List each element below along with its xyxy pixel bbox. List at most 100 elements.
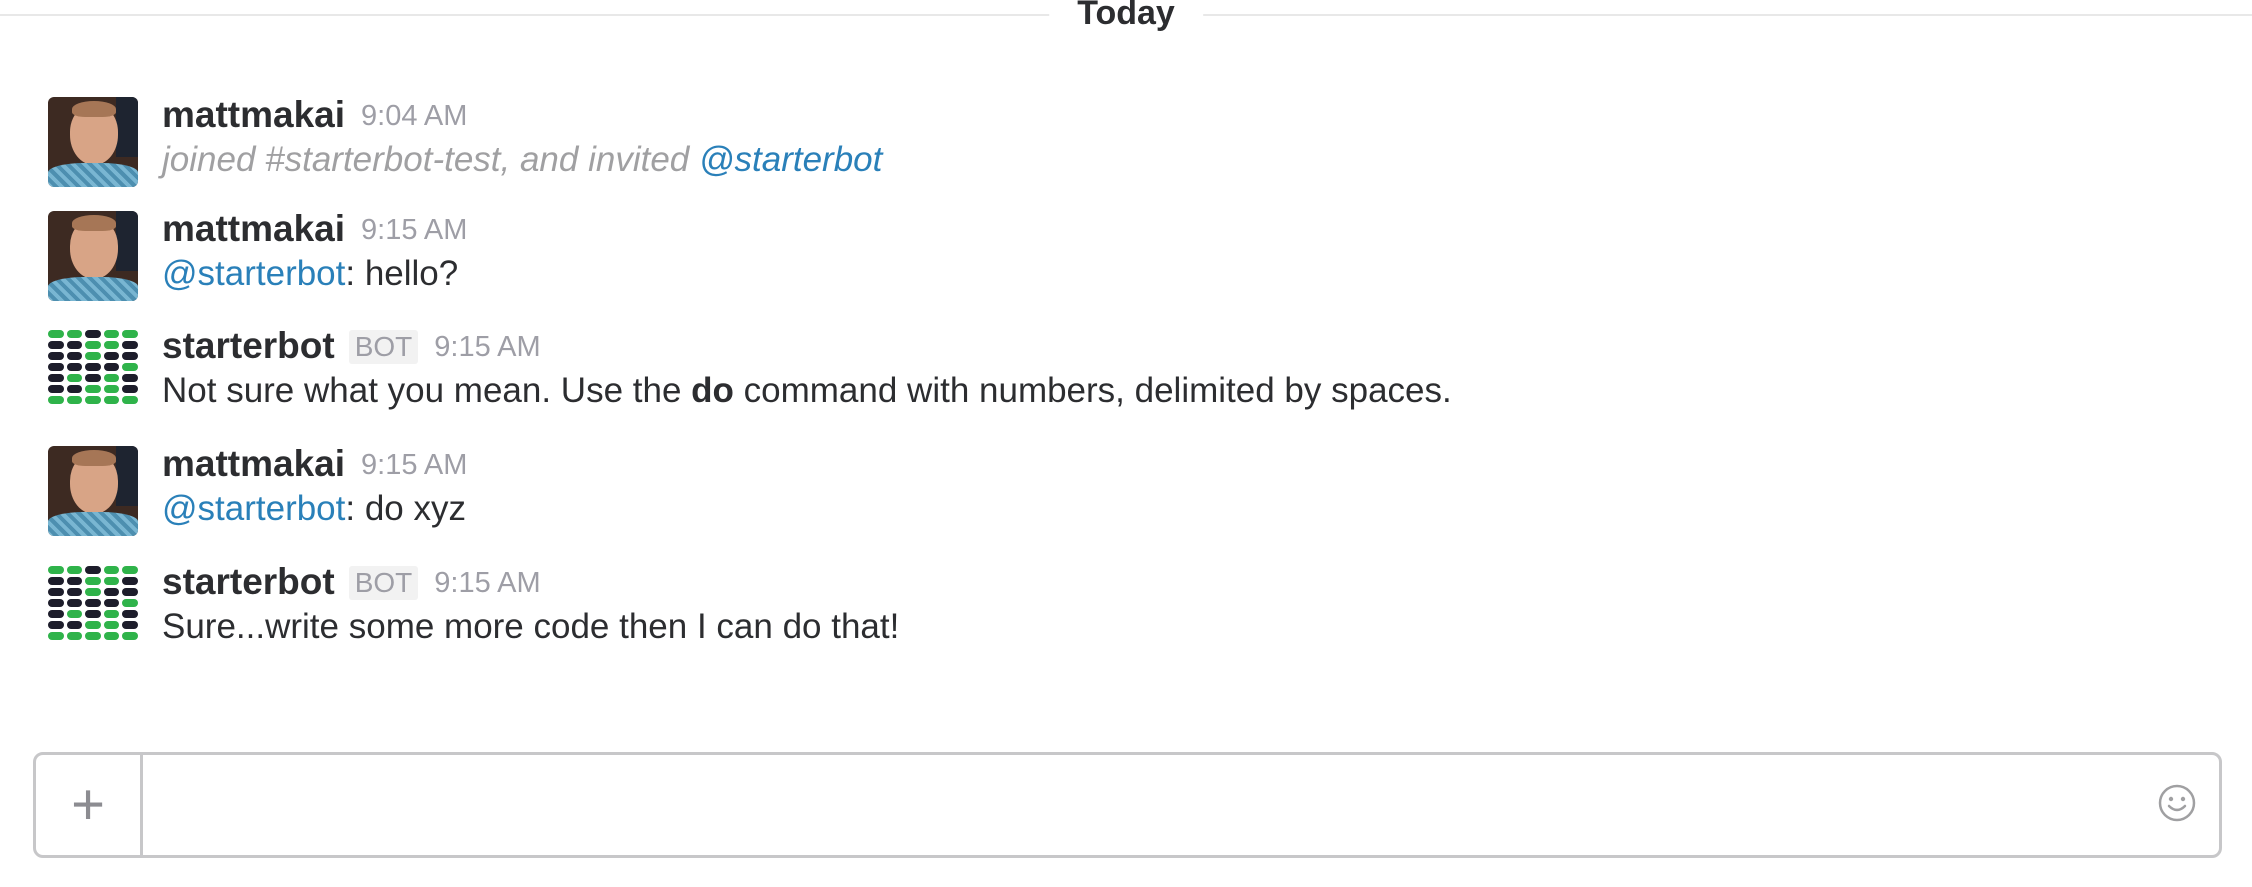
bot-logo-segment xyxy=(85,396,101,404)
bot-logo-segment xyxy=(66,621,83,629)
bot-logo-segment xyxy=(48,330,64,338)
message-author[interactable]: starterbot xyxy=(162,561,335,602)
bot-logo-segment xyxy=(103,566,120,574)
bot-logo-segment xyxy=(66,599,83,607)
bot-logo-segment xyxy=(48,588,64,596)
bot-logo-segment xyxy=(66,588,83,596)
bot-logo-segment xyxy=(122,385,138,393)
bot-logo-segment xyxy=(66,566,83,574)
bot-logo-segment xyxy=(48,566,64,574)
message-author[interactable]: mattmakai xyxy=(162,94,345,135)
bot-logo-segment xyxy=(48,610,64,618)
bot-logo-segment xyxy=(85,363,101,371)
bot-logo-segment xyxy=(66,385,83,393)
day-divider-label: Today xyxy=(1049,0,1203,30)
bot-logo-segment xyxy=(85,352,101,360)
bot-badge: BOT xyxy=(348,330,419,364)
bot-logo-segment xyxy=(85,632,101,640)
bot-avatar[interactable] xyxy=(48,566,138,656)
bot-logo-segment xyxy=(103,363,120,371)
bot-logo-segment xyxy=(66,341,83,349)
bot-logo-segment xyxy=(103,599,120,607)
user-avatar[interactable] xyxy=(48,97,138,187)
bot-logo-segment xyxy=(48,396,64,404)
bot-logo-segment xyxy=(66,632,83,640)
day-divider: Today xyxy=(0,0,2252,30)
bot-logo-segment xyxy=(66,577,83,585)
user-avatar[interactable] xyxy=(48,446,138,536)
bot-logo-segment xyxy=(66,610,83,618)
bot-logo-segment xyxy=(122,341,138,349)
bot-logo-segment xyxy=(85,610,101,618)
message-timestamp[interactable]: 9:15 AM xyxy=(434,331,540,363)
chat-page: Today mattmakai 9:04 AM joined #starterbo… xyxy=(0,0,2252,887)
bot-logo-segment xyxy=(85,385,101,393)
bot-logo-segment xyxy=(103,632,120,640)
mention-link[interactable]: @starterbot xyxy=(699,140,882,179)
user-avatar[interactable] xyxy=(48,211,138,301)
message-text: Not sure what you mean. Use the do comma… xyxy=(162,371,1452,410)
bot-logo-segment xyxy=(66,330,83,338)
bot-logo-segment xyxy=(122,632,138,640)
message-text: @starterbot: hello? xyxy=(162,254,459,293)
bot-logo-segment xyxy=(103,610,120,618)
message-author[interactable]: starterbot xyxy=(162,325,335,366)
bot-logo-segment xyxy=(85,341,101,349)
bot-logo-segment xyxy=(85,566,101,574)
bot-logo-segment xyxy=(122,566,138,574)
bot-badge: BOT xyxy=(348,566,419,600)
bot-avatar[interactable] xyxy=(48,330,138,420)
bot-logo-segment xyxy=(103,330,120,338)
bot-logo-segment xyxy=(103,374,120,382)
message-timestamp[interactable]: 9:15 AM xyxy=(361,214,467,246)
bot-logo-segment xyxy=(66,352,83,360)
bot-logo-segment xyxy=(48,577,64,585)
bot-logo-segment xyxy=(122,577,138,585)
message-timestamp[interactable]: 9:04 AM xyxy=(361,100,467,132)
bot-logo-segment xyxy=(85,621,101,629)
message-timestamp[interactable]: 9:15 AM xyxy=(434,567,540,599)
message-timestamp[interactable]: 9:15 AM xyxy=(361,449,467,481)
message-text: Sure...write some more code then I can d… xyxy=(162,607,900,646)
bot-logo-segment xyxy=(85,330,101,338)
emoji-icon[interactable] xyxy=(2157,783,2197,823)
bot-logo-segment xyxy=(85,374,101,382)
bot-logo-segment xyxy=(103,396,120,404)
plus-icon[interactable]: + xyxy=(36,755,143,855)
bot-logo-segment xyxy=(48,385,64,393)
bot-logo-segment xyxy=(66,374,83,382)
bot-logo-segment xyxy=(103,385,120,393)
bot-logo-segment xyxy=(85,599,101,607)
bot-logo-segment xyxy=(122,352,138,360)
bot-logo-segment xyxy=(48,621,64,629)
bot-logo-segment xyxy=(122,330,138,338)
message-author[interactable]: mattmakai xyxy=(162,208,345,249)
bot-logo-segment xyxy=(66,363,83,371)
bot-logo-segment xyxy=(122,363,138,371)
message-text: @starterbot: do xyz xyxy=(162,489,466,528)
bot-logo-segment xyxy=(122,374,138,382)
bot-logo-segment xyxy=(103,352,120,360)
message-input[interactable] xyxy=(156,775,2060,837)
bot-logo-segment xyxy=(103,577,120,585)
bot-logo-segment xyxy=(122,610,138,618)
bot-logo-segment xyxy=(122,621,138,629)
message-composer: + xyxy=(33,752,2222,858)
mention-link[interactable]: @starterbot xyxy=(162,254,345,293)
bot-logo-segment xyxy=(48,352,64,360)
bot-logo-segment xyxy=(103,621,120,629)
message-text: joined #starterbot-test, and invited @st… xyxy=(162,140,883,179)
mention-link[interactable]: @starterbot xyxy=(162,489,345,528)
bot-logo-segment xyxy=(48,632,64,640)
message-author[interactable]: mattmakai xyxy=(162,443,345,484)
bot-logo-segment xyxy=(122,599,138,607)
bot-logo-icon xyxy=(48,566,138,640)
bot-logo-segment xyxy=(85,577,101,585)
bot-logo-segment xyxy=(103,341,120,349)
bot-logo-segment xyxy=(122,588,138,596)
bot-logo-segment xyxy=(48,599,64,607)
bot-logo-segment xyxy=(103,588,120,596)
bot-logo-segment xyxy=(48,341,64,349)
bot-logo-segment xyxy=(48,374,64,382)
bot-logo-segment xyxy=(122,396,138,404)
